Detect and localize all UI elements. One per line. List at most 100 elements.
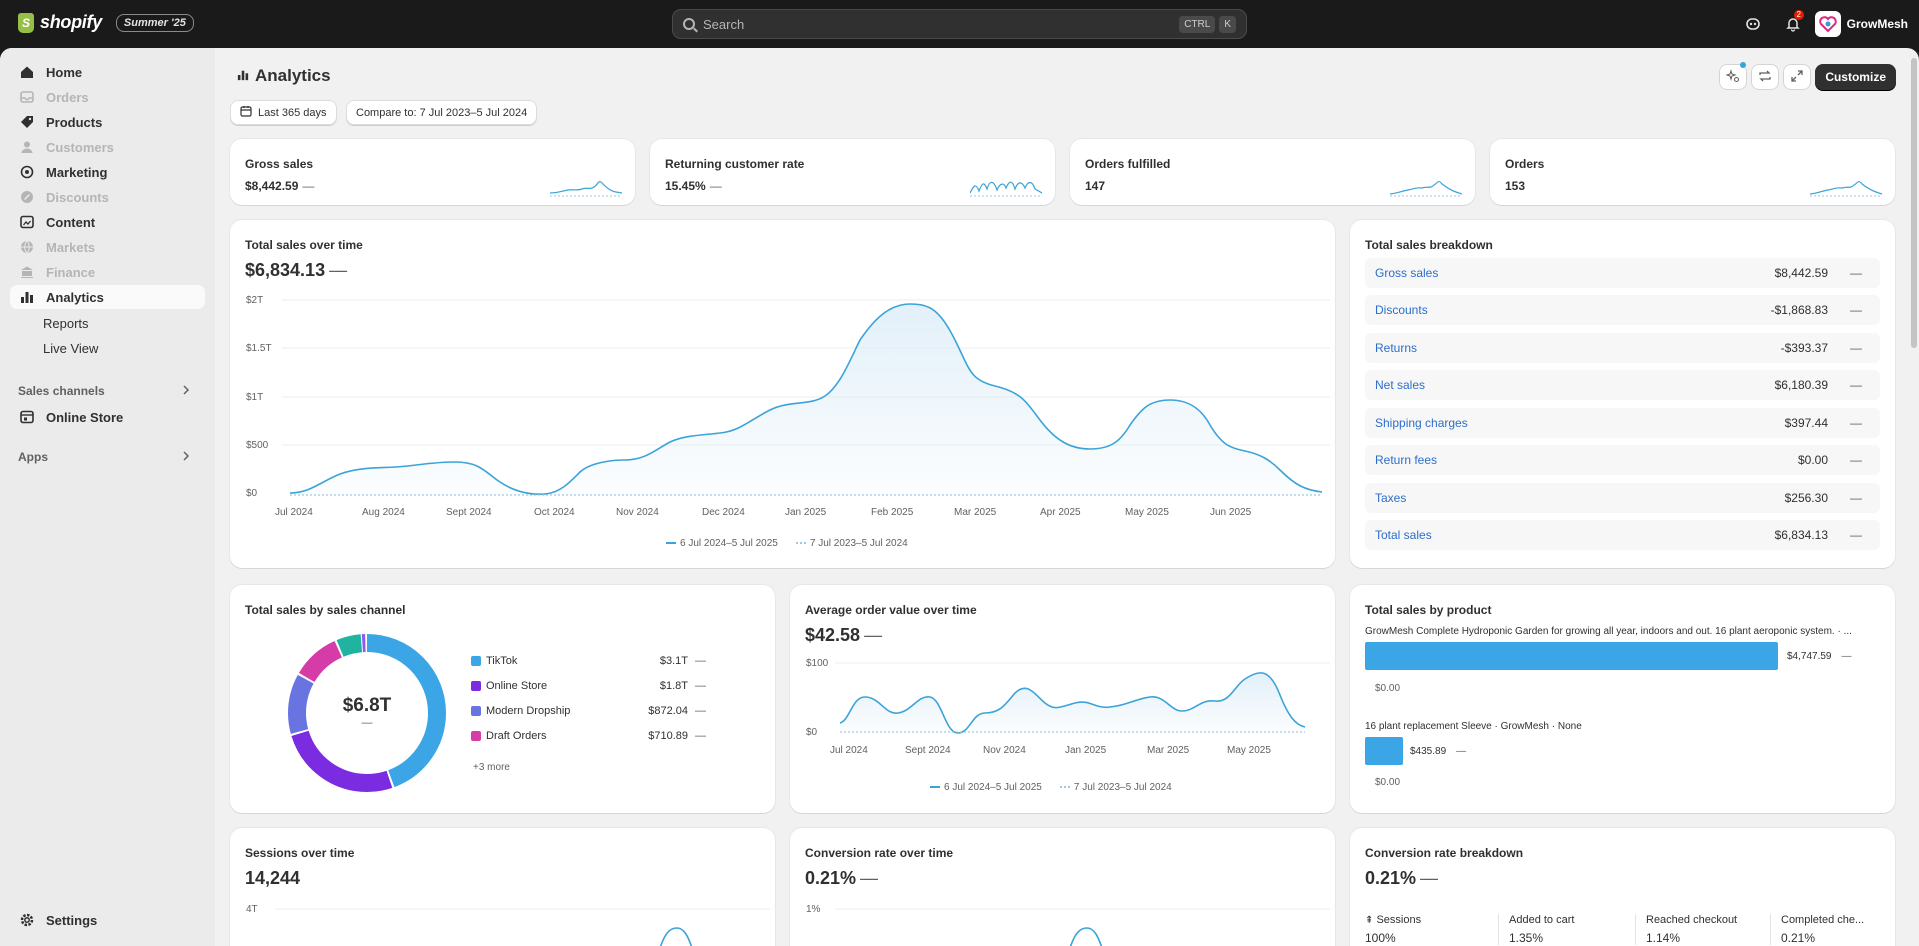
- date-range-button[interactable]: Last 365 days: [230, 100, 337, 125]
- customize-button[interactable]: Customize: [1815, 64, 1896, 90]
- refresh-button[interactable]: [1751, 64, 1779, 90]
- kpi-value: 147—: [1085, 179, 1106, 193]
- legend-previous[interactable]: 7 Jul 2023–5 Jul 2024: [795, 538, 908, 549]
- breakdown-value: $8,442.59: [1774, 266, 1828, 280]
- series-current-line: [659, 927, 693, 946]
- sidebar-section-sales-channels[interactable]: Sales channels: [18, 384, 190, 398]
- breakdown-label: Taxes: [1375, 491, 1407, 505]
- conversion-step[interactable]: ⇞ Sessions 100%: [1365, 914, 1505, 945]
- sidebar-item-customers[interactable]: Customers: [10, 135, 205, 159]
- breakdown-row[interactable]: Discounts -$1,868.83—: [1365, 295, 1880, 325]
- sidebar-item-orders[interactable]: Orders: [10, 85, 205, 109]
- more-channels-link[interactable]: +3 more: [473, 762, 510, 773]
- kpi-card-gross-sales[interactable]: Gross sales $8,442.59—: [230, 139, 635, 205]
- breakdown-value: $0.00: [1797, 453, 1828, 467]
- sidebar-item-settings[interactable]: Settings: [10, 908, 205, 932]
- sidebar-item-markets[interactable]: Markets: [10, 235, 205, 259]
- home-icon: [20, 65, 34, 79]
- total-sales-line-chart[interactable]: $2T $1.5T $1T $500 $0 Jul 2024 Aug 2024 …: [230, 220, 1335, 568]
- sidebar-item-content[interactable]: Content: [10, 210, 205, 234]
- breakdown-row[interactable]: Return fees $0.00—: [1365, 445, 1880, 475]
- product-name[interactable]: 16 plant replacement Sleeve · GrowMesh ·…: [1365, 721, 1582, 732]
- breakdown-row[interactable]: Net sales $6,180.39—: [1365, 370, 1880, 400]
- channel-value: $872.04: [648, 705, 688, 717]
- store-name: GrowMesh: [1846, 17, 1908, 31]
- card-avg-order-value: Average order value over time $42.58— $1…: [790, 585, 1335, 813]
- conversion-step[interactable]: Reached checkout 1.14%: [1635, 914, 1775, 945]
- chart-legend: 6 Jul 2024–5 Jul 2025 7 Jul 2023–5 Jul 2…: [930, 782, 1172, 793]
- edition-badge[interactable]: Summer '25: [115, 13, 194, 32]
- x-tick: Dec 2024: [702, 507, 745, 518]
- product-bar[interactable]: [1365, 737, 1403, 765]
- kpi-card-orders[interactable]: Orders 153—: [1490, 139, 1895, 205]
- sidebar-item-home[interactable]: Home: [10, 60, 205, 84]
- sidebar-item-discounts[interactable]: Discounts: [10, 185, 205, 209]
- scrollbar-thumb[interactable]: [1911, 58, 1917, 348]
- breakdown-label: Return fees: [1375, 453, 1438, 467]
- sidebar-item-finance[interactable]: Finance: [10, 260, 205, 284]
- sidebar-item-label: Online Store: [46, 409, 124, 425]
- sidebar-item-analytics[interactable]: Analytics: [10, 285, 205, 309]
- legend-current[interactable]: 6 Jul 2024–5 Jul 2025: [666, 538, 778, 549]
- kpi-card-returning-customer-rate[interactable]: Returning customer rate 15.45% —: [650, 139, 1055, 205]
- channel-row[interactable]: Online Store $1.8T —: [471, 680, 726, 692]
- product-prev-value: $0.00: [1375, 683, 1401, 694]
- x-tick: Jul 2024: [275, 507, 313, 518]
- page-title-text: Analytics: [255, 66, 331, 85]
- x-tick: Feb 2025: [871, 507, 914, 518]
- compare-button[interactable]: Compare to: 7 Jul 2023–5 Jul 2024: [346, 100, 538, 125]
- sidebar-item-online-store[interactable]: Online Store: [10, 405, 205, 429]
- product-name[interactable]: GrowMesh Complete Hydroponic Garden for …: [1365, 626, 1885, 637]
- breakdown-row[interactable]: Gross sales $8,442.59—: [1365, 258, 1880, 288]
- sidebar-item-label: Products: [46, 114, 103, 130]
- channel-row[interactable]: Modern Dropship $872.04 —: [471, 705, 726, 717]
- conversion-line-chart[interactable]: 1%: [790, 828, 1335, 946]
- content-area: Analytics Last 365 days Compare to: 7 Ju…: [215, 48, 1919, 946]
- card-title: Total sales by sales channel: [245, 603, 406, 617]
- x-tick: Sept 2024: [446, 507, 492, 518]
- chevron-right-icon: [182, 384, 190, 398]
- x-tick: Mar 2025: [1147, 745, 1190, 756]
- chevron-right-icon: [182, 450, 190, 464]
- growmesh-logo-icon: [1818, 16, 1837, 33]
- search-bar[interactable]: CTRL K: [672, 9, 1247, 39]
- sidebar-item-products[interactable]: Products: [10, 110, 205, 134]
- breakdown-row[interactable]: Returns -$393.37—: [1365, 333, 1880, 363]
- sessions-line-chart[interactable]: 4T: [230, 828, 775, 946]
- fullscreen-button[interactable]: [1783, 64, 1811, 90]
- shopify-logo[interactable]: S shopify Summer '25: [18, 12, 194, 33]
- x-tick: Jan 2025: [1065, 745, 1107, 756]
- conversion-step[interactable]: Completed che... 0.21%: [1770, 914, 1890, 945]
- legend-previous[interactable]: 7 Jul 2023–5 Jul 2024: [1059, 782, 1172, 793]
- breakdown-label: Discounts: [1375, 303, 1428, 317]
- breakdown-row[interactable]: Shipping charges $397.44—: [1365, 408, 1880, 438]
- refresh-icon: [1758, 69, 1772, 86]
- notifications-bell-icon[interactable]: 2: [1782, 10, 1804, 35]
- sidebar-section-apps[interactable]: Apps: [18, 450, 190, 464]
- breakdown-row[interactable]: Taxes $256.30—: [1365, 483, 1880, 513]
- store-menu[interactable]: GrowMesh: [1814, 11, 1908, 37]
- breakdown-row[interactable]: Total sales $6,834.13—: [1365, 520, 1880, 550]
- sidebar-subitem-live-view[interactable]: Live View: [43, 336, 98, 360]
- sidebar-item-label: Analytics: [46, 289, 104, 305]
- calendar-icon: [240, 105, 252, 120]
- product-bar[interactable]: [1365, 642, 1778, 670]
- conversion-step[interactable]: Added to cart 1.35%: [1498, 914, 1638, 945]
- sidekick-icon[interactable]: [1742, 13, 1764, 35]
- card-sales-by-product: Total sales by product GrowMesh Complete…: [1350, 585, 1895, 813]
- aov-line-chart[interactable]: $100 $0 Jul 2024 Sept 2024 Nov 2024 Jan …: [790, 585, 1335, 813]
- sidekick-insights-button[interactable]: [1719, 62, 1747, 90]
- notifications-count: 2: [1793, 10, 1804, 20]
- channel-row[interactable]: TikTok $3.1T —: [471, 655, 726, 667]
- channel-row[interactable]: Draft Orders $710.89 —: [471, 730, 726, 742]
- breakdown-label: Net sales: [1375, 378, 1426, 392]
- expand-icon: [1790, 69, 1804, 86]
- search-input[interactable]: [703, 16, 1163, 32]
- y-tick: 1%: [806, 904, 821, 915]
- kpi-title: Returning customer rate: [665, 157, 805, 171]
- sidebar-item-marketing[interactable]: Marketing: [10, 160, 205, 184]
- kpi-card-orders-fulfilled[interactable]: Orders fulfilled 147—: [1070, 139, 1475, 205]
- legend-current[interactable]: 6 Jul 2024–5 Jul 2025: [930, 782, 1042, 793]
- product-prev-value: $0.00: [1375, 777, 1401, 788]
- sidebar-subitem-reports[interactable]: Reports: [43, 311, 89, 335]
